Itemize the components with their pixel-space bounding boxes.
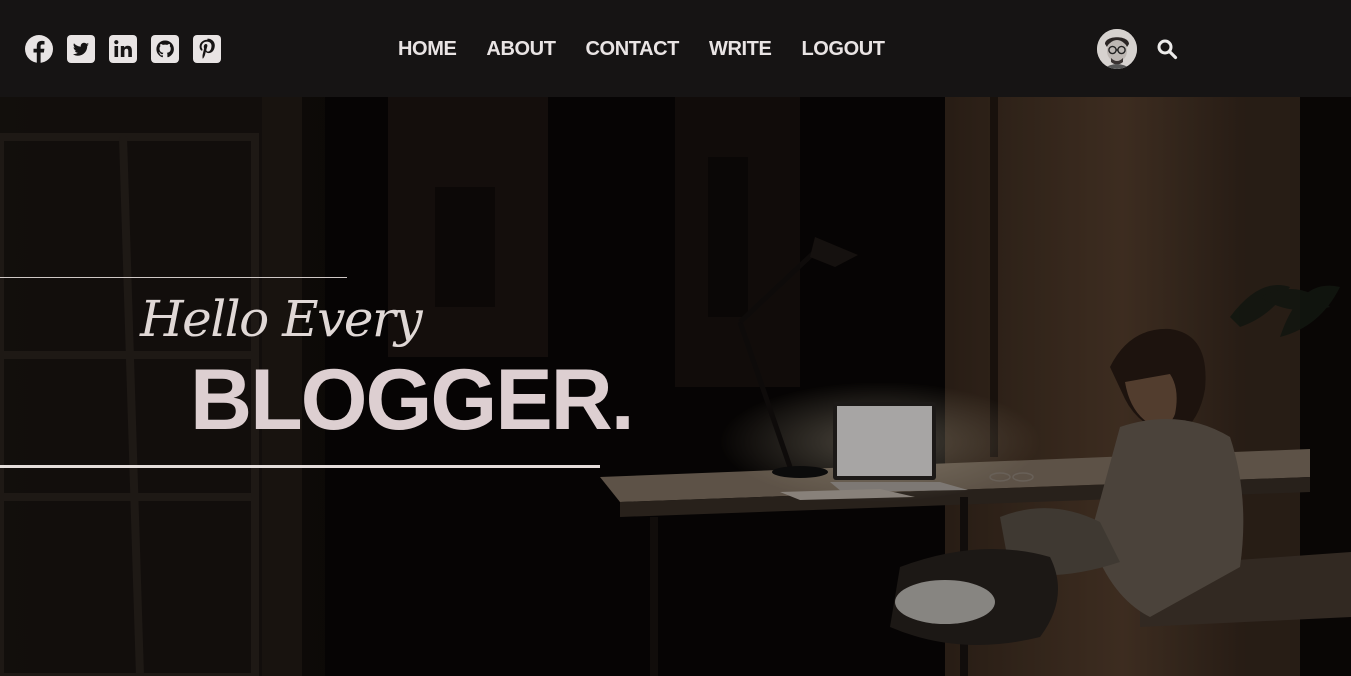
hero-headline: BLOGGER. [190,352,635,448]
hero-divider-top [0,277,347,278]
nav-about-link[interactable]: ABOUT [486,36,556,62]
avatar-image [1097,29,1137,69]
hero-greeting: Hello Every [140,290,423,348]
pinterest-icon[interactable] [192,34,222,64]
hero-divider-bottom [0,465,600,468]
facebook-icon[interactable] [24,34,54,64]
top-navbar: HOME ABOUT CONTACT WRITE LOGOUT [0,0,1351,97]
main-nav: HOME ABOUT CONTACT WRITE LOGOUT [398,36,885,62]
twitter-icon[interactable] [66,34,96,64]
nav-home-link[interactable]: HOME [398,36,457,62]
search-icon[interactable] [1156,38,1178,60]
nav-logout-link[interactable]: LOGOUT [801,36,885,62]
nav-write-link[interactable]: WRITE [709,36,772,62]
hero-banner: Hello Every BLOGGER. [0,97,1351,676]
github-icon[interactable] [150,34,180,64]
social-links [24,34,222,64]
user-avatar[interactable] [1097,29,1137,69]
nav-contact-link[interactable]: CONTACT [586,36,680,62]
linkedin-icon[interactable] [108,34,138,64]
